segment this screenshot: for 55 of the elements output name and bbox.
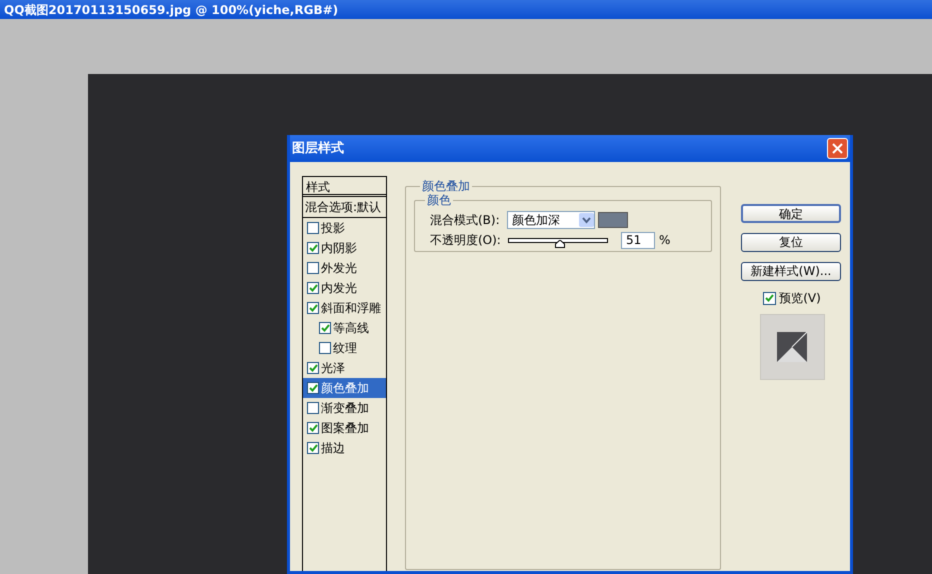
style-item[interactable]: 等高线 [303, 318, 386, 338]
checkbox[interactable] [319, 342, 331, 354]
checkbox[interactable] [307, 262, 319, 274]
checkbox[interactable] [307, 402, 319, 414]
opacity-label: 不透明度(O): [430, 232, 502, 249]
close-button[interactable] [827, 138, 848, 159]
dialog-title: 图层样式 [292, 140, 344, 158]
percent-unit: % [659, 232, 670, 249]
checkbox[interactable] [319, 322, 331, 334]
checkbox[interactable] [307, 382, 319, 394]
check-icon [308, 244, 318, 252]
checkbox[interactable] [307, 442, 319, 454]
window-title: QQ截图20170113150659.jpg @ 100%(yiche,RGB#) [4, 2, 338, 18]
check-icon [308, 304, 318, 312]
color-swatch[interactable] [598, 212, 628, 228]
close-icon [832, 143, 843, 154]
check-icon [308, 364, 318, 372]
style-item[interactable]: 图案叠加 [303, 418, 386, 438]
checkbox[interactable] [307, 362, 319, 374]
subgroup-title: 颜色 [425, 193, 453, 207]
style-item[interactable]: 光泽 [303, 358, 386, 378]
style-item[interactable]: 渐变叠加 [303, 398, 386, 418]
checkbox[interactable] [307, 302, 319, 314]
checkbox[interactable] [307, 422, 319, 434]
dialog-button[interactable]: 新建样式(W)... [741, 262, 841, 281]
check-icon [765, 294, 774, 302]
preview-tile-drawing [777, 332, 807, 362]
checkbox[interactable] [307, 222, 319, 234]
check-icon [308, 384, 318, 392]
opacity-field[interactable]: 51 [621, 232, 655, 248]
dialog-button[interactable]: 复位 [741, 233, 841, 252]
style-item[interactable]: 颜色叠加 [303, 378, 386, 398]
blend-mode-dropdown[interactable]: 颜色加深 [507, 211, 595, 229]
check-icon [320, 324, 330, 332]
style-item[interactable]: 内阴影 [303, 238, 386, 258]
group-title: 颜色叠加 [420, 179, 472, 193]
check-icon [308, 444, 318, 452]
check-icon [308, 284, 318, 292]
style-item[interactable]: 投影 [303, 218, 386, 238]
preview-checkbox[interactable] [763, 292, 776, 304]
style-item[interactable]: 外发光 [303, 258, 386, 278]
slider-thumb[interactable] [555, 240, 565, 248]
preview-label[interactable]: 预览(V) [779, 289, 821, 307]
checkbox[interactable] [307, 282, 319, 294]
style-item[interactable]: 纹理 [303, 338, 386, 358]
check-icon [308, 424, 318, 432]
blend-mode-label: 混合模式(B): [430, 212, 501, 229]
dialog-button[interactable]: 确定 [741, 204, 841, 223]
style-item[interactable]: 描边 [303, 438, 386, 458]
style-item[interactable]: 斜面和浮雕 [303, 298, 386, 318]
blending-options-item[interactable]: 混合选项:默认 [303, 197, 386, 218]
style-item[interactable]: 内发光 [303, 278, 386, 298]
styles-header: 样式 [303, 177, 386, 197]
blend-mode-value: 颜色加深 [512, 212, 560, 229]
checkbox[interactable] [307, 242, 319, 254]
